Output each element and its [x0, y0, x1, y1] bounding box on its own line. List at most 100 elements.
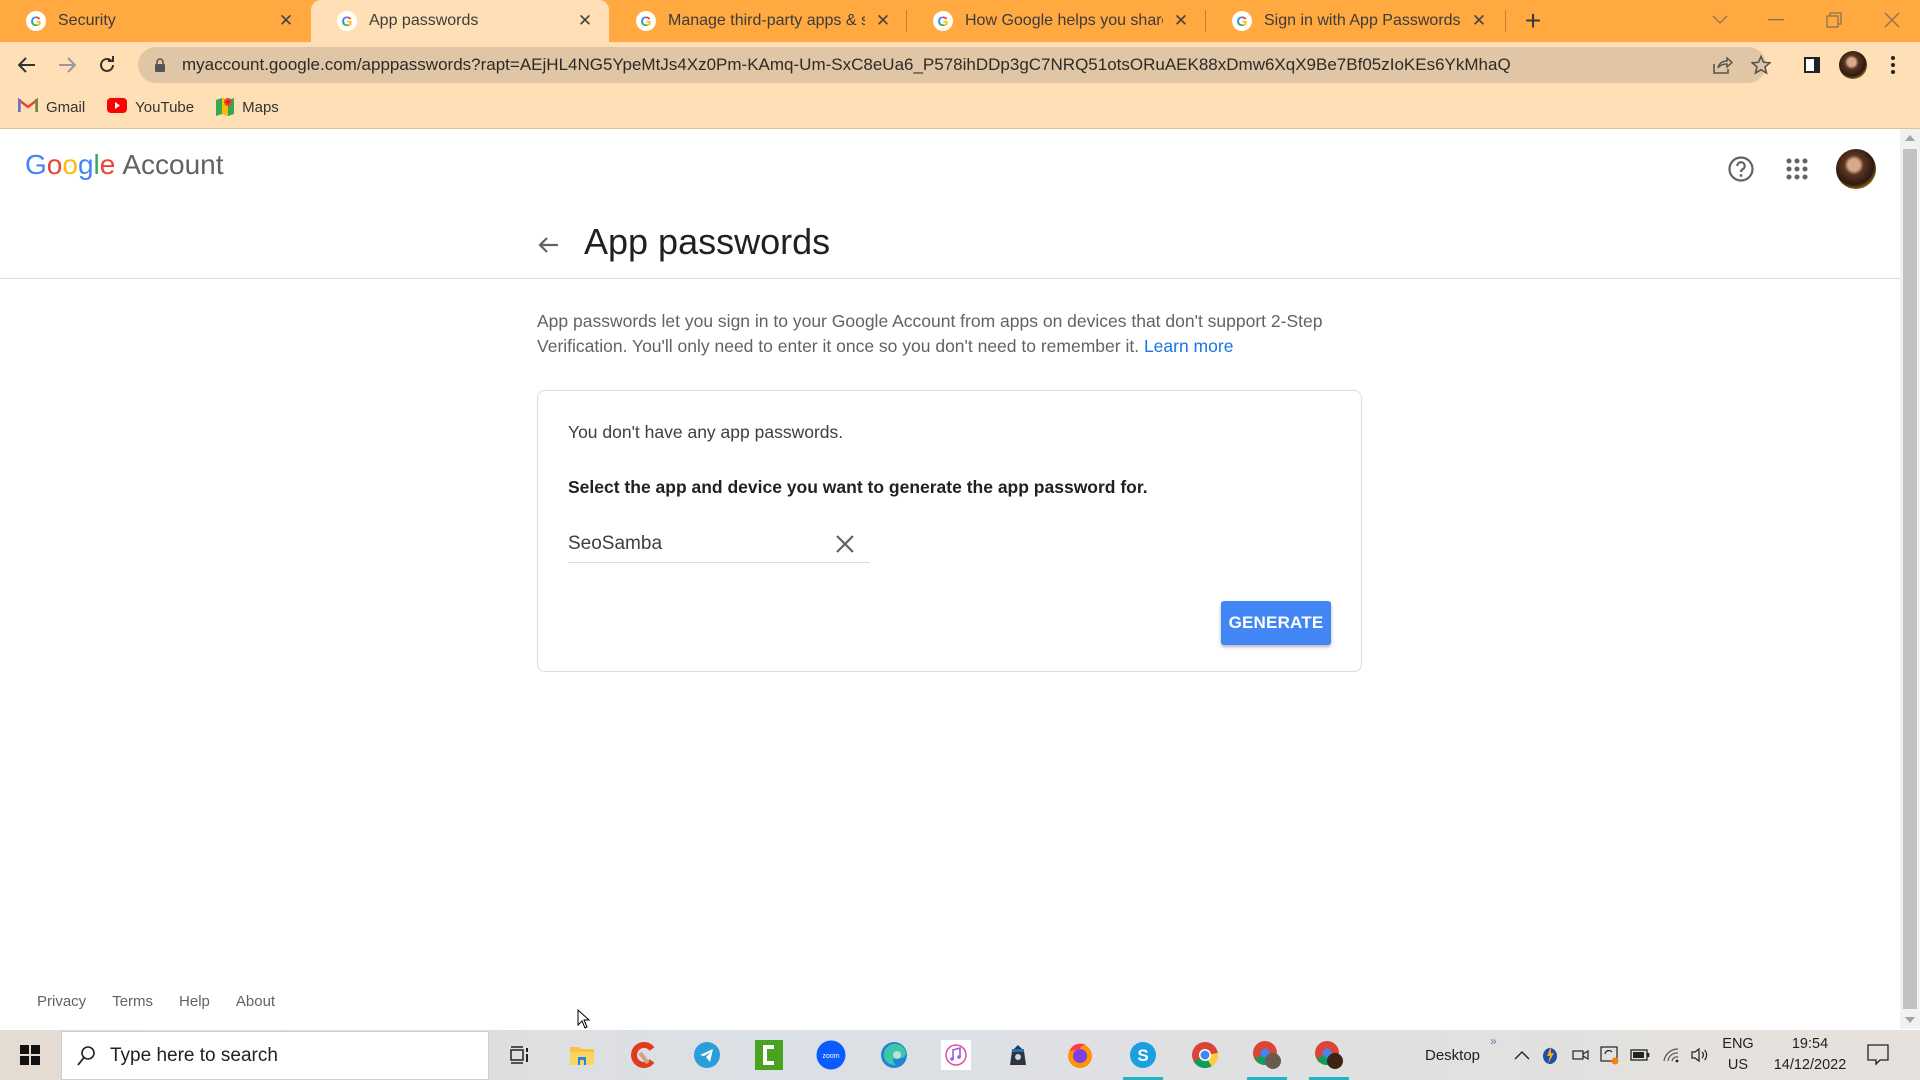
google-favicon-icon: G [337, 11, 357, 31]
battery-icon[interactable] [1630, 1030, 1650, 1080]
close-tab-icon[interactable]: ✕ [1171, 11, 1191, 31]
page-description: App passwords let you sign in to your Go… [537, 309, 1367, 359]
close-window-icon[interactable] [1864, 0, 1920, 40]
side-panel-icon[interactable] [1795, 48, 1829, 82]
tab-how-google-shares-data[interactable]: G How Google helps you share dat ✕ [907, 0, 1205, 42]
skype-icon[interactable]: S [1119, 1035, 1167, 1080]
camtasia-icon[interactable] [745, 1035, 793, 1075]
close-tab-icon[interactable]: ✕ [873, 11, 893, 31]
logo-account-text: Account [122, 149, 224, 180]
firefox-icon[interactable] [1056, 1035, 1104, 1075]
scroll-down-arrow-icon[interactable] [1905, 1017, 1915, 1023]
chrome-profile-icon[interactable] [1243, 1035, 1291, 1080]
tab-security[interactable]: G Security ✕ [0, 0, 310, 42]
notification-center-icon[interactable] [1866, 1042, 1890, 1066]
tab-strip: G Security ✕ G App passwords ✕ G Manage … [0, 0, 1920, 42]
back-button[interactable] [10, 48, 44, 82]
learn-more-link[interactable]: Learn more [1144, 336, 1234, 356]
app-name-field[interactable] [568, 529, 870, 563]
close-tab-icon[interactable]: ✕ [575, 11, 595, 31]
search-icon [77, 1045, 95, 1066]
logo-letter: o [46, 149, 63, 180]
page-scrollbar[interactable] [1900, 129, 1920, 1029]
reload-button[interactable] [90, 48, 124, 82]
windows-taskbar: Type here to search zoom S Desktop » ENG… [0, 1030, 1920, 1080]
system-clock[interactable]: 19:54 14/12/2022 [1760, 1034, 1860, 1076]
page-title: App passwords [584, 221, 831, 262]
google-favicon-icon: G [636, 11, 656, 31]
toolbar-overflow-icon[interactable]: » [1490, 1016, 1497, 1066]
taskbar-search[interactable]: Type here to search [61, 1031, 489, 1080]
meet-now-icon[interactable] [1572, 1030, 1590, 1080]
zoom-app-icon[interactable]: zoom [807, 1035, 855, 1075]
chrome-icon[interactable] [1181, 1035, 1229, 1075]
task-view-icon[interactable] [495, 1035, 543, 1075]
close-tab-icon[interactable]: ✕ [1469, 11, 1489, 31]
tab-search-chevron-icon[interactable] [1692, 0, 1748, 40]
file-explorer-icon[interactable] [558, 1035, 606, 1075]
new-tab-button[interactable]: + [1518, 5, 1548, 36]
scroll-up-arrow-icon[interactable] [1905, 135, 1915, 141]
desktop-toolbar[interactable]: Desktop [1425, 1030, 1480, 1080]
chrome-profile-icon[interactable] [1305, 1035, 1353, 1080]
select-app-prompt: Select the app and device you want to ge… [568, 477, 1148, 497]
close-tab-icon[interactable]: ✕ [276, 11, 296, 31]
tab-title: Manage third-party apps & servi [668, 12, 865, 29]
bookmark-star-icon[interactable] [1744, 47, 1778, 83]
logo-letter: g [77, 149, 94, 180]
bookmark-youtube[interactable]: YouTube [107, 98, 194, 117]
lock-icon[interactable] [154, 58, 166, 72]
bookmark-maps[interactable]: Maps [216, 96, 279, 120]
desktop-label: Desktop [1425, 1046, 1481, 1064]
sync-status-icon[interactable] [1600, 1030, 1620, 1080]
input-language-indicator[interactable]: ENG US [1718, 1034, 1758, 1076]
footer-link-terms[interactable]: Terms [112, 993, 153, 1010]
tab-manage-third-party-apps[interactable]: G Manage third-party apps & servi ✕ [610, 0, 907, 42]
footer-link-privacy[interactable]: Privacy [37, 993, 86, 1010]
address-bar[interactable]: myaccount.google.com/apppasswords?rapt=A… [138, 47, 1771, 83]
ccleaner-icon[interactable] [620, 1035, 668, 1075]
footer-link-about[interactable]: About [236, 993, 275, 1010]
google-account-logo[interactable]: Google Account [25, 149, 224, 181]
footer-links: Privacy Terms Help About [37, 993, 275, 1010]
browser-toolbar: myaccount.google.com/apppasswords?rapt=A… [0, 42, 1920, 87]
logo-letter: e [99, 149, 116, 180]
scrollbar-thumb[interactable] [1903, 149, 1917, 1009]
app-name-input[interactable] [568, 529, 818, 559]
tab-title: How Google helps you share dat [965, 12, 1163, 29]
maps-icon [216, 96, 235, 120]
generate-button[interactable]: GENERATE [1221, 601, 1331, 645]
footer-link-help[interactable]: Help [179, 993, 210, 1010]
clock-time: 19:54 [1791, 1036, 1829, 1052]
language-code: ENG [1722, 1036, 1754, 1052]
apps-grid-icon[interactable] [1777, 149, 1817, 189]
telegram-icon[interactable] [683, 1035, 731, 1075]
youtube-icon [107, 98, 128, 117]
tray-app-icon[interactable] [1542, 1030, 1558, 1080]
restore-icon[interactable] [1806, 0, 1862, 40]
help-icon[interactable] [1721, 149, 1761, 189]
clear-icon[interactable] [834, 533, 856, 555]
back-arrow-icon[interactable] [534, 231, 562, 259]
account-avatar[interactable] [1836, 149, 1876, 189]
keyboard-layout: US [1727, 1057, 1749, 1073]
edge-icon[interactable] [870, 1035, 918, 1075]
show-hidden-icons-chevron-icon[interactable] [1514, 1030, 1530, 1080]
tab-title: Security [58, 12, 116, 29]
volume-icon[interactable] [1690, 1030, 1710, 1080]
bookmark-label: Gmail [46, 99, 86, 116]
vpn-app-icon[interactable] [994, 1035, 1042, 1075]
kebab-menu-icon[interactable] [1876, 48, 1910, 82]
tab-sign-in-app-passwords[interactable]: G Sign in with App Passwords - Goo ✕ [1206, 0, 1503, 42]
forward-button[interactable] [50, 48, 84, 82]
logo-letter: G [25, 149, 47, 180]
start-button[interactable] [0, 1030, 60, 1080]
share-icon[interactable] [1706, 47, 1740, 83]
tab-app-passwords[interactable]: G App passwords ✕ [311, 0, 609, 42]
svg-text:S: S [1137, 1046, 1148, 1065]
bookmark-gmail[interactable]: Gmail [17, 97, 86, 117]
wifi-icon[interactable] [1662, 1030, 1680, 1080]
minimize-icon[interactable] [1748, 0, 1804, 40]
itunes-icon[interactable] [932, 1035, 980, 1075]
profile-avatar[interactable] [1836, 48, 1870, 82]
